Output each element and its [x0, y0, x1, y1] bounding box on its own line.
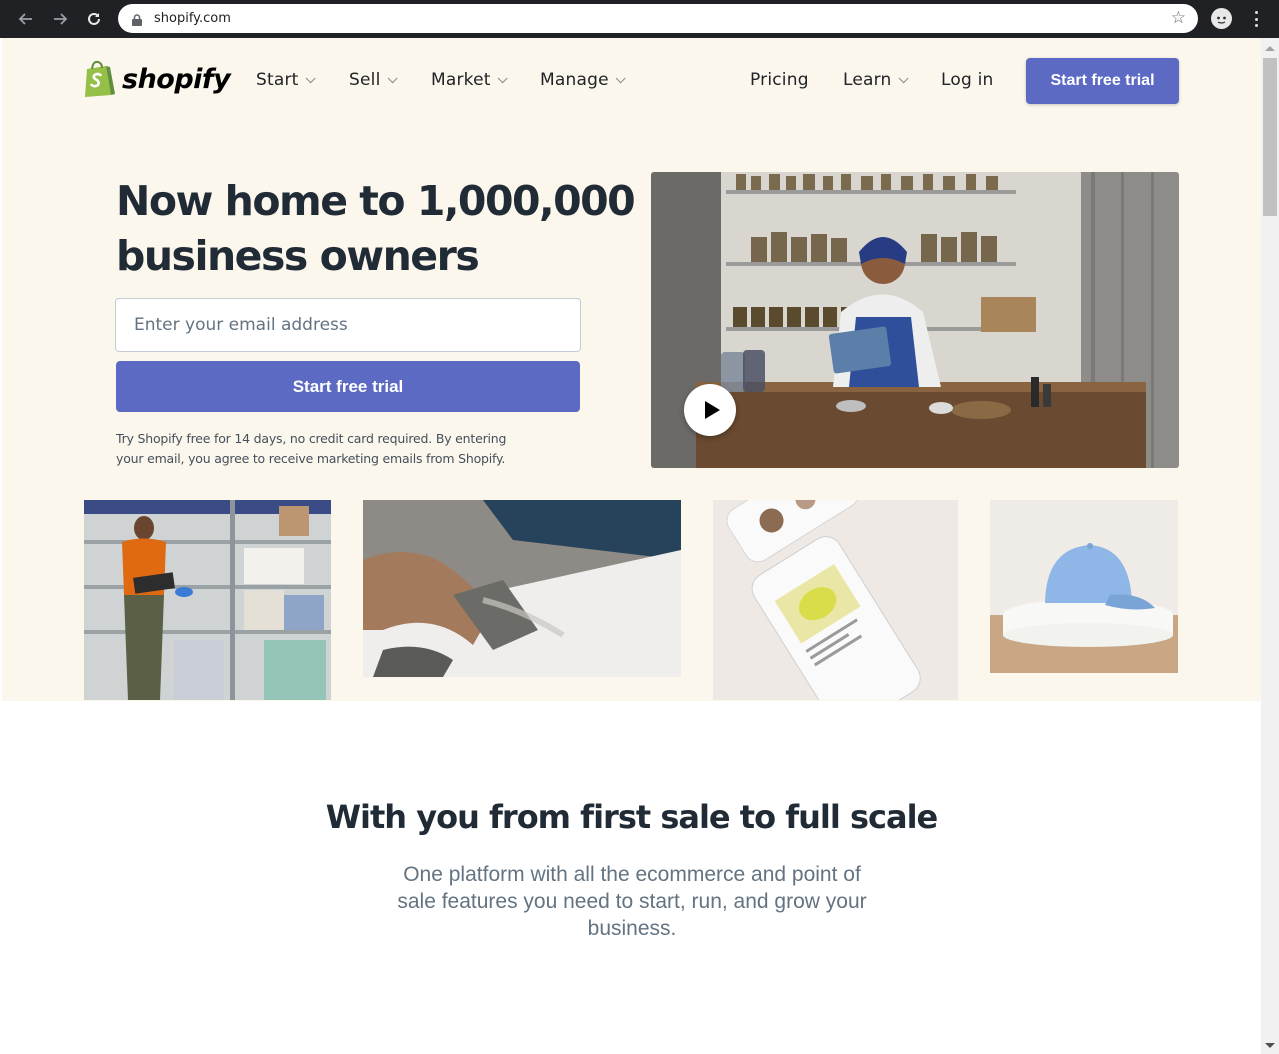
scroll-down-icon[interactable]	[1265, 1043, 1275, 1048]
blue-cap-product-image	[990, 500, 1178, 673]
shopify-logo[interactable]: shopify	[82, 60, 231, 98]
bookmark-star-icon[interactable]: ☆	[1171, 8, 1186, 28]
section-subtitle: One platform with all the ecommerce and …	[397, 863, 867, 940]
url-text: shopify.com	[154, 11, 231, 26]
nav-manage[interactable]: Manage	[540, 70, 626, 90]
scroll-up-icon[interactable]	[1265, 46, 1275, 51]
browser-menu-icon[interactable]	[1250, 9, 1262, 29]
nav-sell[interactable]: Sell	[349, 70, 398, 90]
nav-manage-label: Manage	[540, 70, 609, 90]
nav-learn-label: Learn	[843, 70, 892, 90]
email-input[interactable]: Enter your email address	[115, 298, 581, 352]
address-bar[interactable]: shopify.com ☆	[118, 4, 1198, 33]
page-content: shopify Start Sell Market Manage Pricing…	[2, 38, 1261, 1052]
mobile-store-image	[713, 500, 958, 700]
header-start-trial-button[interactable]: Start free trial	[1026, 58, 1179, 104]
play-video-icon[interactable]	[684, 384, 736, 436]
warehouse-owner-image	[84, 500, 331, 700]
scrollbar-thumb[interactable]	[1263, 58, 1277, 216]
nav-start[interactable]: Start	[256, 70, 316, 90]
nav-start-label: Start	[256, 70, 299, 90]
reload-icon[interactable]	[82, 7, 106, 31]
forward-arrow-icon[interactable]	[48, 7, 72, 31]
browser-toolbar: shopify.com ☆	[0, 0, 1279, 38]
section-title: With you from first sale to full scale	[325, 798, 939, 836]
hero-headline: Now home to 1,000,000 business owners	[116, 174, 636, 284]
nav-market-label: Market	[431, 70, 491, 90]
woodworking-image	[363, 500, 681, 677]
nav-learn[interactable]: Learn	[843, 70, 909, 90]
profile-avatar-icon[interactable]	[1211, 8, 1232, 29]
hero-start-trial-button[interactable]: Start free trial	[116, 361, 580, 412]
logo-wordmark: shopify	[122, 63, 231, 95]
back-arrow-icon[interactable]	[14, 7, 38, 31]
shopify-bag-icon	[82, 60, 116, 98]
nav-login-label: Log in	[941, 70, 994, 90]
nav-market[interactable]: Market	[431, 70, 508, 90]
page-scrollbar[interactable]	[1261, 38, 1279, 1054]
nav-pricing[interactable]: Pricing	[750, 70, 809, 90]
nav-login[interactable]: Log in	[941, 70, 993, 90]
nav-sell-label: Sell	[349, 70, 381, 90]
nav-pricing-label: Pricing	[750, 70, 809, 90]
hero-headline-line2: business owners	[116, 232, 480, 280]
lock-icon	[132, 13, 142, 26]
hero-headline-line1: Now home to 1,000,000	[116, 177, 636, 225]
trial-disclaimer: Try Shopify free for 14 days, no credit …	[116, 431, 507, 466]
